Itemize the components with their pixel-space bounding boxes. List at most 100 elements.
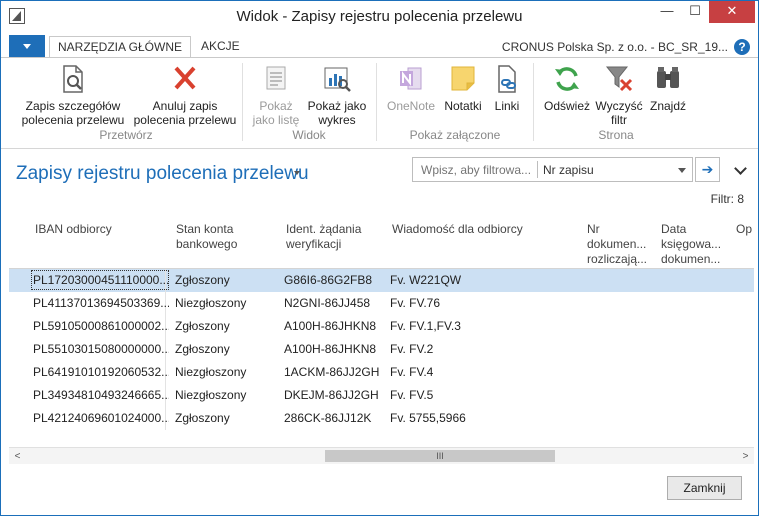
cell-ident[interactable]: A100H-86JHKN8 [284, 342, 386, 356]
search-go-button[interactable]: ➔ [695, 157, 720, 182]
table-row[interactable]: PL55103015080000000... Zgłoszony A100H-8… [9, 338, 754, 361]
cell-ident[interactable]: 286CK-86JJ12K [284, 411, 386, 425]
chart-view-icon [324, 67, 351, 92]
scroll-thumb[interactable]: III [325, 450, 555, 462]
group-przetworz-label: Przetwórz [99, 128, 153, 142]
cell-ident[interactable]: N2GNI-86JJ458 [284, 296, 386, 310]
binoculars-icon [657, 67, 679, 88]
search-field-select[interactable]: Nr zapisu [543, 163, 594, 177]
horizontal-scrollbar[interactable]: < III > [9, 447, 754, 464]
tab-akcje[interactable]: AKCJE [193, 36, 248, 58]
column-header-iban[interactable]: IBAN odbiorcy [35, 222, 112, 237]
chevron-down-icon[interactable] [294, 171, 300, 175]
linki-label: Linki [494, 99, 520, 113]
table-row[interactable]: PL17203000451110000... Zgłoszony G86I6-8… [9, 269, 754, 292]
minimize-button[interactable]: — [653, 1, 681, 23]
cell-iban[interactable]: PL59105000861000002... [33, 319, 169, 333]
column-header-nr-line2: dokumen... [587, 237, 647, 251]
anuluj-zapis-button[interactable]: Anuluj zapis polecenia przelewu [133, 63, 237, 127]
cell-stan[interactable]: Niezgłoszony [175, 388, 279, 402]
cell-ident[interactable]: 1ACKM-86JJ2GH [284, 365, 386, 379]
column-header-op[interactable]: Op [736, 222, 752, 237]
links-icon [498, 65, 516, 93]
search-input[interactable] [421, 163, 533, 177]
onenote-icon [400, 67, 422, 90]
chevron-down-icon[interactable] [678, 168, 686, 173]
column-header-stan-line1: Stan konta [176, 222, 234, 236]
app-menu-button[interactable] [9, 35, 45, 57]
filter-count: Filtr: 8 [710, 192, 744, 206]
refresh-icon [555, 67, 579, 91]
column-header-wiadomosc[interactable]: Wiadomość dla odbiorcy [392, 222, 523, 237]
column-header-nr-dokumentu[interactable]: Nr dokumen... rozliczają... [587, 222, 647, 267]
cell-wiadomosc[interactable]: Fv. FV.1,FV.3 [390, 319, 580, 333]
scroll-right-icon[interactable]: > [737, 448, 754, 465]
linki-button[interactable]: Linki [487, 63, 527, 113]
wyczysc-filtr-button[interactable]: Wyczyść filtr [595, 63, 643, 127]
table-row[interactable]: PL34934810493246665... Niezgłoszony DKEJ… [9, 384, 754, 407]
wyczysc-filtr-label1: Wyczyść [595, 99, 643, 113]
cell-wiadomosc[interactable]: Fv. FV.4 [390, 365, 580, 379]
table-row[interactable]: PL41137013694503369... Niezgłoszony N2GN… [9, 292, 754, 315]
cell-wiadomosc[interactable]: Fv. FV.76 [390, 296, 580, 310]
onenote-button[interactable]: OneNote [383, 63, 439, 113]
cell-ident[interactable]: A100H-86JHKN8 [284, 319, 386, 333]
pokaz-jako-liste-button[interactable]: Pokaż jako listę [245, 63, 307, 127]
column-header-stan-konta[interactable]: Stan konta bankowego [176, 222, 237, 252]
column-header-wiadomosc-label: Wiadomość dla odbiorcy [392, 222, 523, 236]
onenote-label: OneNote [386, 99, 436, 113]
column-header-data[interactable]: Data księgowa... dokumen... [661, 222, 721, 267]
table-row[interactable]: PL64191010192060532... Niezgłoszony 1ACK… [9, 361, 754, 384]
cell-wiadomosc[interactable]: Fv. 5755,5966 [390, 411, 580, 425]
table-row[interactable]: PL59105000861000002... Zgłoszony A100H-8… [9, 315, 754, 338]
cell-stan[interactable]: Zgłoszony [175, 342, 279, 356]
column-header-data-line1: Data [661, 222, 687, 236]
pokaz-jako-wykres-button[interactable]: Pokaż jako wykres [305, 63, 369, 127]
cell-iban[interactable]: PL17203000451110000... [33, 273, 169, 287]
cell-stan[interactable]: Niezgłoszony [175, 296, 279, 310]
group-widok-label: Widok [292, 128, 326, 142]
close-window-button[interactable]: ✕ [709, 1, 755, 23]
cell-iban[interactable]: PL64191010192060532... [33, 365, 169, 379]
cell-ident[interactable]: G86I6-86G2FB8 [284, 273, 386, 287]
list-view-icon [266, 66, 286, 90]
column-header-iban-label: IBAN odbiorcy [35, 222, 112, 236]
znajdz-button[interactable]: Znajdź [645, 63, 691, 113]
cell-ident[interactable]: DKEJM-86JJ2GH [284, 388, 386, 402]
pokaz-jako-liste-label1: Pokaż [259, 99, 293, 113]
collapse-chevron-icon[interactable] [734, 162, 747, 175]
cell-iban[interactable]: PL42124069601024000... [33, 411, 169, 425]
cell-iban[interactable]: PL55103015080000000... [33, 342, 169, 356]
cell-wiadomosc[interactable]: Fv. FV.5 [390, 388, 580, 402]
column-header-data-line3: dokumen... [661, 252, 721, 266]
anuluj-zapis-label2: polecenia przelewu [133, 113, 237, 127]
cell-wiadomosc[interactable]: Fv. FV.2 [390, 342, 580, 356]
column-header-stan-line2: bankowego [176, 237, 238, 251]
group-pokaz-zalaczone-label: Pokaż załączone [409, 128, 501, 142]
cell-stan[interactable]: Zgłoszony [175, 273, 279, 287]
zapis-szczegolow-button[interactable]: Zapis szczegółów polecenia przelewu [15, 63, 131, 127]
group-strona-label: Strona [598, 128, 634, 142]
cell-stan[interactable]: Zgłoszony [175, 319, 279, 333]
cell-wiadomosc[interactable]: Fv. W221QW [390, 273, 580, 287]
maximize-button[interactable]: ☐ [681, 1, 709, 23]
notes-icon [451, 66, 475, 91]
pokaz-jako-wykres-label2: wykres [318, 113, 356, 127]
odswiez-button[interactable]: Odśwież [539, 63, 595, 113]
cancel-x-icon [174, 66, 196, 90]
cell-iban[interactable]: PL41137013694503369... [33, 296, 169, 310]
cell-iban[interactable]: PL34934810493246665... [33, 388, 169, 402]
column-header-data-line2: księgowa... [661, 237, 722, 251]
column-header-ident[interactable]: Ident. żądania weryfikacji [286, 222, 361, 252]
table-row[interactable]: PL42124069601024000... Zgłoszony 286CK-8… [9, 407, 754, 430]
anuluj-zapis-label1: Anuluj zapis [152, 99, 218, 113]
tab-narzedzia-glowne[interactable]: NARZĘDZIA GŁÓWNE [49, 36, 192, 58]
notatki-button[interactable]: Notatki [441, 63, 485, 113]
scroll-left-icon[interactable]: < [9, 448, 26, 465]
zamknij-button[interactable]: Zamknij [667, 476, 742, 500]
arrow-right-icon: ➔ [701, 161, 714, 177]
page-title[interactable]: Zapisy rejestru polecenia przelewu [16, 163, 309, 185]
help-icon[interactable]: ? [734, 39, 750, 55]
cell-stan[interactable]: Niezgłoszony [175, 365, 279, 379]
cell-stan[interactable]: Zgłoszony [175, 411, 279, 425]
